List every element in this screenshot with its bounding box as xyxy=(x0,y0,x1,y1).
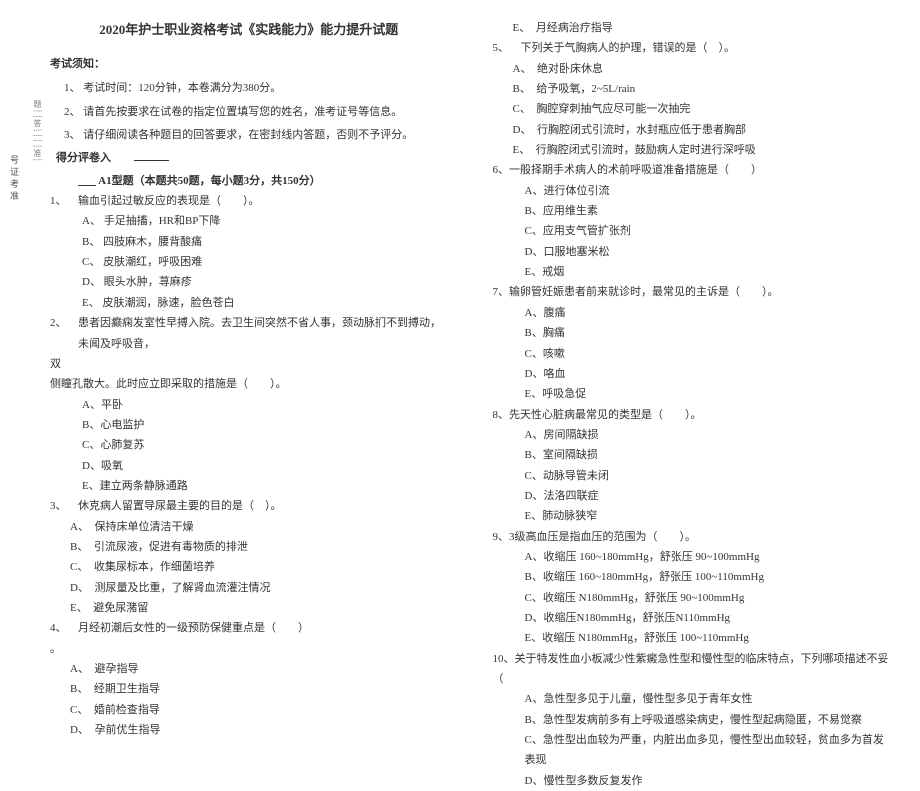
option: E、戒烟 xyxy=(525,262,891,282)
q-number: 7、 xyxy=(493,286,510,298)
option: A、 避孕指导 xyxy=(70,659,448,679)
q-stem: 患者因癫痫发室性早搏入院。去卫生间突然不省人事，颈动脉扪不到搏动，未闻及呼吸音， xyxy=(78,313,448,354)
question-9: 9、3级高血压是指血压的范围为（ ）。 A、收缩压 160~180mmHg，舒张… xyxy=(493,527,891,649)
q-number: 10、 xyxy=(493,653,515,665)
option: D、吸氧 xyxy=(82,456,448,476)
option: C、 婚前检查指导 xyxy=(70,700,448,720)
option: D、咯血 xyxy=(525,364,891,384)
q-number: 5、 xyxy=(493,38,521,58)
option: D、 眼头水肿，荨麻疹 xyxy=(82,272,448,292)
option: C、 胸腔穿刺抽气应尽可能一次抽完 xyxy=(513,99,891,119)
q-stem-cont: 侧瞳孔散大。此时应立即采取的措施是（ ）。 xyxy=(50,374,448,394)
instruction-item: 2、 请首先按要求在试卷的指定位置填写您的姓名，准考证号等信息。 xyxy=(64,102,448,122)
question-3: 3、休克病人留置导尿最主要的目的是（ ）。 A、 保持床单位清洁干燥 B、 引流… xyxy=(50,496,448,618)
option: D、 行胸腔闭式引流时，水封瓶应低于患者胸部 xyxy=(513,120,891,140)
option: B、 引流尿液，促进有毒物质的排泄 xyxy=(70,537,448,557)
q-number: 3、 xyxy=(50,496,78,516)
question-4: 4、月经初潮后女性的一级预防保健重点是（ ） 。 A、 避孕指导 B、 经期卫生… xyxy=(50,618,448,740)
option: B、 经期卫生指导 xyxy=(70,679,448,699)
option: B、应用维生素 xyxy=(525,201,891,221)
option: D、 测尿量及比重，了解肾血流灌注情况 xyxy=(70,578,448,598)
option: D、法洛四联症 xyxy=(525,486,891,506)
score-heading: 得分评卷入 xyxy=(56,152,111,164)
left-column: 2020年护士职业资格考试《实践能力》能力提升试题 考试须知： 1、 考试时间：… xyxy=(50,18,448,640)
option: A、 手足抽搐，HR和BP下降 xyxy=(82,211,448,231)
option: B、急性型发病前多有上呼吸道感染病史，慢性型起病隐匿，不易觉察 xyxy=(525,710,891,730)
option: A、收缩压 160~180mmHg，舒张压 90~100mmHg xyxy=(525,547,891,567)
option: A、房间隔缺损 xyxy=(525,425,891,445)
option: B、 四肢麻木，腰背酸痛 xyxy=(82,232,448,252)
q-number: 4、 xyxy=(50,618,78,638)
option: B、收缩压 160~180mmHg，舒张压 100~110mmHg xyxy=(525,567,891,587)
question-5: 5、下列关于气胸病人的护理，错误的是（ ）。 A、 绝对卧床休息 B、 给予吸氧… xyxy=(493,38,891,160)
q-stem: 一般择期手术病人的术前呼吸道准备措施是（ ） xyxy=(509,164,762,176)
option: E、 皮肤潮润，脉速，脸色苍白 xyxy=(82,293,448,313)
option: C、 收集尿标本，作细菌培养 xyxy=(70,557,448,577)
option: D、 孕前优生指导 xyxy=(70,720,448,740)
option: C、动脉导管未闭 xyxy=(525,466,891,486)
option: B、胸痛 xyxy=(525,323,891,343)
question-10: 10、关于特发性血小板减少性紫癜急性型和慢性型的临床特点，下列哪项描述不妥（ A… xyxy=(493,649,891,791)
q-number: 2、 xyxy=(50,313,78,354)
q-stem: 输血引起过敏反应的表现是（ ）。 xyxy=(78,191,448,211)
option: D、口服地塞米松 xyxy=(525,242,891,262)
q-stem: 下列关于气胸病人的护理，错误的是（ ）。 xyxy=(521,38,891,58)
exam-page: 2020年护士职业资格考试《实践能力》能力提升试题 考试须知： 1、 考试时间：… xyxy=(0,0,920,650)
q-stem-tail: 。 xyxy=(50,639,448,659)
option: C、咳嗽 xyxy=(525,344,891,364)
q-stem: 月经初潮后女性的一级预防保健重点是（ ） xyxy=(78,618,448,638)
question-1: 1、输血引起过敏反应的表现是（ ）。 A、 手足抽搐，HR和BP下降 B、 四肢… xyxy=(50,191,448,313)
option: E、 行胸腔闭式引流时，鼓励病人定时进行深呼吸 xyxy=(513,140,891,160)
option: C、心肺复苏 xyxy=(82,435,448,455)
question-6: 6、一般择期手术病人的术前呼吸道准备措施是（ ） A、进行体位引流 B、应用维生… xyxy=(493,160,891,282)
q-stem: 关于特发性血小板减少性紫癜急性型和慢性型的临床特点，下列哪项描述不妥（ xyxy=(493,653,889,685)
option: A、平卧 xyxy=(82,395,448,415)
exam-title: 2020年护士职业资格考试《实践能力》能力提升试题 xyxy=(50,18,448,42)
option: D、收缩压N180mmHg，舒张压N110mmHg xyxy=(525,608,891,628)
binding-dots: 题┊┊答┊┊┊┊准┊ xyxy=(32,100,43,163)
option: A、 绝对卧床休息 xyxy=(513,59,891,79)
option: E、 避免尿潴留 xyxy=(70,598,448,618)
option: E、 月经病治疗指导 xyxy=(513,18,891,38)
option: C、 皮肤潮红，呼吸困难 xyxy=(82,252,448,272)
divider-line xyxy=(134,160,169,161)
q-stem: 先天性心脏病最常见的类型是（ ）。 xyxy=(509,409,702,421)
option: E、建立两条静脉通路 xyxy=(82,476,448,496)
q-stem: 休克病人留置导尿最主要的目的是（ ）。 xyxy=(78,496,448,516)
q-stem-cont: 双 xyxy=(50,354,448,374)
option: E、呼吸急促 xyxy=(525,384,891,404)
option: D、慢性型多数反复发作 xyxy=(525,771,891,791)
notice-heading: 考试须知： xyxy=(50,54,448,74)
option: A、进行体位引流 xyxy=(525,181,891,201)
option: E、收缩压 N180mmHg，舒张压 100~110mmHg xyxy=(525,628,891,648)
q-number: 8、 xyxy=(493,409,510,421)
q-stem: 输卵管妊娠患者前来就诊时，最常见的主诉是（ ）。 xyxy=(509,286,779,298)
binding-label: 号证考准 xyxy=(8,155,21,203)
option: B、心电监护 xyxy=(82,415,448,435)
option: C、应用支气管扩张剂 xyxy=(525,221,891,241)
question-7: 7、输卵管妊娠患者前来就诊时，最常见的主诉是（ ）。 A、腹痛 B、胸痛 C、咳… xyxy=(493,282,891,404)
question-8: 8、先天性心脏病最常见的类型是（ ）。 A、房间隔缺损 B、室间隔缺损 C、动脉… xyxy=(493,405,891,527)
option: C、急性型出血较为严重，内脏出血多见，慢性型出血较轻，贫血多为首发表现 xyxy=(525,730,891,771)
a1-title: A1型题（本题共50题，每小题3分，共150分） xyxy=(98,175,320,187)
vertical-bar-icon xyxy=(78,185,96,186)
q-number: 1、 xyxy=(50,191,78,211)
option: A、 保持床单位清洁干燥 xyxy=(70,517,448,537)
section-a1-heading: A1型题（本题共50题，每小题3分，共150分） xyxy=(78,171,448,191)
option: C、收缩压 N180mmHg，舒张压 90~100mmHg xyxy=(525,588,891,608)
instruction-item: 1、 考试时间：120分钟，本卷满分为380分。 xyxy=(64,78,448,98)
option: B、室间隔缺损 xyxy=(525,445,891,465)
q-stem: 3级高血压是指血压的范围为（ ）。 xyxy=(509,531,696,543)
q-number: 6、 xyxy=(493,164,510,176)
right-column: E、 月经病治疗指导 5、下列关于气胸病人的护理，错误的是（ ）。 A、 绝对卧… xyxy=(493,18,891,640)
option: B、 给予吸氧，2~5L/rain xyxy=(513,79,891,99)
option: A、急性型多见于儿童，慢性型多见于青年女性 xyxy=(525,689,891,709)
option: E、肺动脉狭窄 xyxy=(525,506,891,526)
q-number: 9、 xyxy=(493,531,510,543)
score-row: 得分评卷入 xyxy=(50,148,448,168)
question-2: 2、患者因癫痫发室性早搏入院。去卫生间突然不省人事，颈动脉扪不到搏动，未闻及呼吸… xyxy=(50,313,448,496)
option: A、腹痛 xyxy=(525,303,891,323)
instruction-item: 3、 请仔细阅读各种题目的回答要求，在密封线内答题，否则不予评分。 xyxy=(64,125,448,145)
